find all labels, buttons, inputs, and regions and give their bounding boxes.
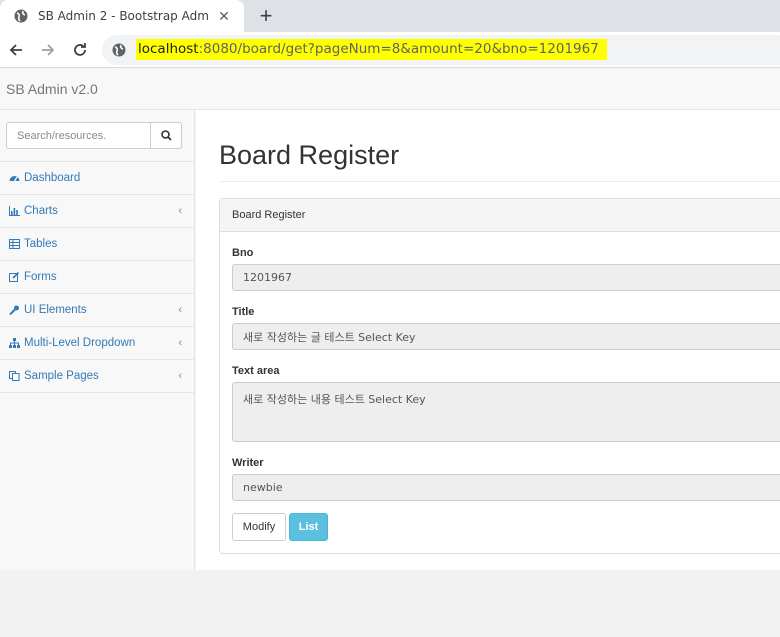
page-title: Board Register — [219, 140, 400, 170]
content-textarea[interactable]: 새로 작성하는 내용 테스트 Select Key — [232, 382, 780, 442]
title-field[interactable]: 새로 작성하는 글 테스트 Select Key — [232, 323, 780, 350]
sidebar-menu: Dashboard Charts ‹ Tables Forms UI Eleme… — [0, 161, 194, 393]
chevron-left-icon: ‹ — [178, 337, 182, 349]
panel-heading: Board Register — [220, 199, 780, 232]
page-wrapper: Board Register Board Register Bno 120196… — [196, 110, 780, 570]
chevron-left-icon: ‹ — [178, 304, 182, 316]
top-navbar: SB Admin v2.0 — [0, 69, 780, 110]
dashboard-icon — [8, 172, 20, 184]
sidebar-item-multi-level-dropdown[interactable]: Multi-Level Dropdown ‹ — [0, 327, 194, 360]
search-icon — [160, 130, 172, 141]
url-host: localhost — [138, 41, 199, 57]
sidebar-search — [6, 122, 182, 149]
url-text: localhost:8080/board/get?pageNum=8&amoun… — [136, 39, 607, 60]
search-button[interactable] — [150, 122, 182, 149]
bno-label: Bno — [232, 247, 254, 259]
tab-title: SB Admin 2 - Bootstrap Admin — [38, 9, 210, 23]
close-icon[interactable]: ✕ — [216, 8, 232, 24]
browser-toolbar: localhost:8080/board/get?pageNum=8&amoun… — [0, 32, 780, 68]
sidebar-item-ui-elements[interactable]: UI Elements ‹ — [0, 294, 194, 327]
sidebar: Dashboard Charts ‹ Tables Forms UI Eleme… — [0, 110, 195, 570]
sitemap-icon — [8, 337, 20, 349]
wrench-icon — [8, 304, 20, 316]
forward-arrow-icon[interactable] — [36, 38, 60, 62]
back-arrow-icon[interactable] — [4, 38, 28, 62]
site-info-icon[interactable] — [112, 43, 126, 57]
url-path: :8080/board/get?pageNum=8&amount=20&bno=… — [198, 41, 599, 57]
new-tab-button[interactable]: + — [254, 4, 278, 28]
app: SB Admin v2.0 Dashboard Charts ‹ Tables — [0, 69, 780, 637]
writer-label: Writer — [232, 457, 264, 469]
sidebar-item-label: Charts — [24, 205, 58, 217]
sidebar-item-forms[interactable]: Forms — [0, 261, 194, 294]
sidebar-item-sample-pages[interactable]: Sample Pages ‹ — [0, 360, 194, 393]
reload-icon[interactable] — [68, 38, 92, 62]
chevron-left-icon: ‹ — [178, 205, 182, 217]
sidebar-item-label: Forms — [24, 271, 57, 283]
bar-chart-icon — [8, 205, 20, 217]
sidebar-item-charts[interactable]: Charts ‹ — [0, 195, 194, 228]
board-register-panel: Board Register Bno 1201967 Title 새로 작성하는… — [219, 198, 780, 554]
sidebar-item-label: Multi-Level Dropdown — [24, 337, 136, 349]
modify-button[interactable]: Modify — [232, 513, 286, 541]
search-input[interactable] — [6, 122, 151, 149]
files-icon — [8, 370, 20, 382]
content-label: Text area — [232, 365, 280, 377]
brand-link[interactable]: SB Admin v2.0 — [6, 81, 98, 97]
chevron-left-icon: ‹ — [178, 370, 182, 382]
list-button[interactable]: List — [289, 513, 328, 541]
sidebar-item-label: Tables — [24, 238, 58, 250]
sidebar-item-label: UI Elements — [24, 304, 87, 316]
writer-field[interactable]: newbie — [232, 474, 780, 501]
sidebar-item-dashboard[interactable]: Dashboard — [0, 162, 194, 195]
button-group: Modify List — [232, 513, 432, 541]
divider — [219, 181, 780, 182]
globe-icon — [14, 9, 28, 23]
sidebar-item-label: Sample Pages — [24, 370, 99, 382]
title-label: Title — [232, 306, 255, 318]
sidebar-item-label: Dashboard — [24, 172, 81, 184]
bno-field[interactable]: 1201967 — [232, 264, 780, 291]
table-icon — [8, 238, 20, 250]
address-bar[interactable]: localhost:8080/board/get?pageNum=8&amoun… — [102, 35, 780, 65]
browser-tab-strip: SB Admin 2 - Bootstrap Admin ✕ + — [0, 0, 780, 32]
edit-icon — [8, 271, 20, 283]
browser-tab[interactable]: SB Admin 2 - Bootstrap Admin ✕ — [0, 0, 244, 32]
sidebar-item-tables[interactable]: Tables — [0, 228, 194, 261]
